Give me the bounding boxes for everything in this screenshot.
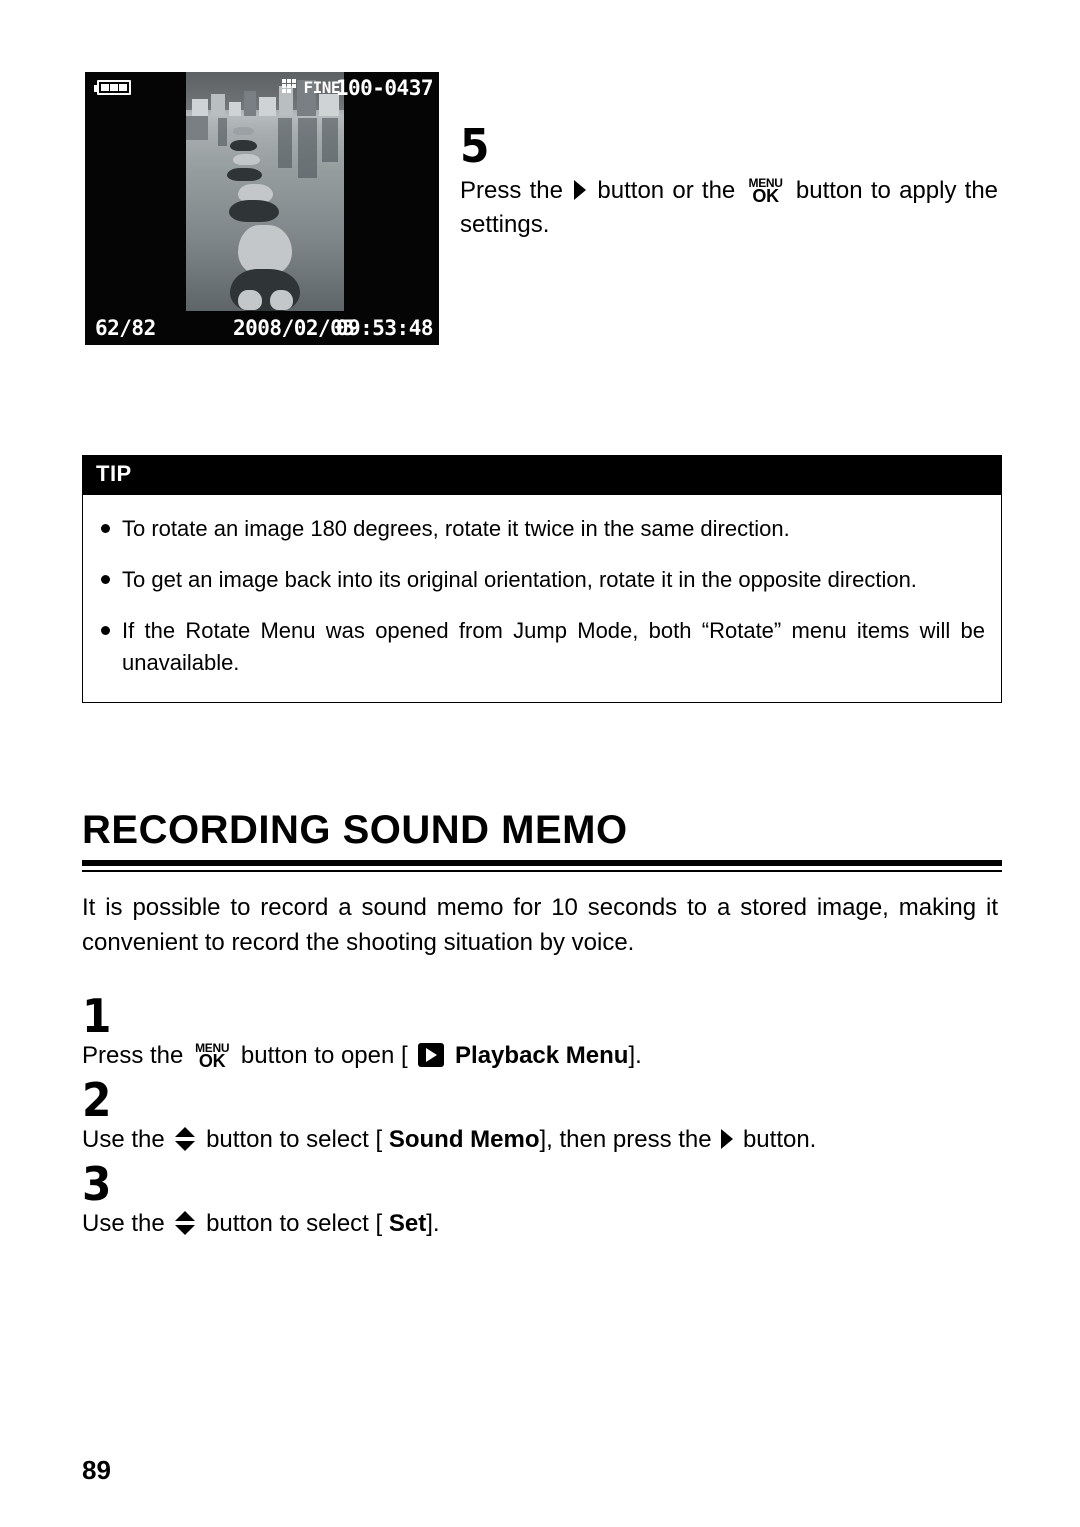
tip-box: TIP To rotate an image 180 degrees, rota…	[82, 455, 1002, 703]
photo-reflection	[298, 118, 318, 179]
section-heading: RECORDING SOUND MEMO	[82, 808, 1002, 872]
tip-item-text: To get an image back into its original o…	[122, 567, 917, 593]
menu-ok-button-icon: MENU OK	[195, 1042, 229, 1070]
step-5-text: Press the button or the MENU OK button t…	[460, 174, 998, 242]
photo-boat-foreground-cover	[238, 224, 292, 274]
lcd-letterbox-left	[85, 72, 186, 345]
step-2-mid: button to select [	[206, 1125, 383, 1153]
menu-ok-bottom-label: OK	[752, 185, 779, 206]
step-2-number: 2	[82, 1073, 111, 1128]
step-1-pre: Press the	[82, 1041, 184, 1069]
tip-body: To rotate an image 180 degrees, rotate i…	[82, 495, 1002, 703]
step-2-post: button.	[742, 1125, 817, 1153]
photo-reflection	[217, 118, 228, 146]
lcd-frame-counter: 62/82	[95, 316, 156, 340]
right-arrow-button-icon	[721, 1128, 734, 1149]
step-3-mid: button to select [	[206, 1209, 383, 1237]
camera-lcd-screenshot: FINE 100-0437 62/82 2008/02/05 09:53:48	[85, 72, 439, 345]
step-3-text: Use the button to select [ Set].	[82, 1208, 1002, 1240]
photo-boat	[228, 200, 280, 223]
quality-label: FINE	[303, 78, 340, 97]
lcd-letterbox-right	[344, 72, 439, 345]
bullet-icon	[101, 575, 110, 585]
photo-reflection	[321, 118, 338, 163]
playback-menu-icon	[418, 1042, 445, 1067]
step-2-pre: Use the	[82, 1125, 165, 1153]
step-3-number: 3	[82, 1157, 111, 1212]
menu-ok-button-icon: MENU OK	[749, 177, 783, 205]
step-1-text: Press the MENU OK button to open [ Playb…	[82, 1040, 1002, 1072]
heading-rule-thin	[82, 870, 1002, 872]
step-2: 2 Use the button to select [ Sound Memo]…	[82, 1073, 1002, 1156]
page-number: 89	[82, 1455, 111, 1485]
tip-list-item: To rotate an image 180 degrees, rotate i…	[99, 513, 985, 544]
step-5-text-part1: Press the	[460, 176, 563, 204]
photo-reflection	[277, 118, 292, 168]
step-1: 1 Press the MENU OK button to open [ Pla…	[82, 989, 1002, 1072]
step-2-mid2: ], then press the	[539, 1125, 712, 1153]
step-3-pre: Use the	[82, 1209, 165, 1237]
image-quality-icon	[282, 79, 299, 96]
step-3: 3 Use the button to select [ Set].	[82, 1157, 1002, 1240]
photo-boat-detail	[238, 290, 262, 310]
step-1-bold-term: Playback Menu	[455, 1041, 629, 1069]
page-title: RECORDING SOUND MEMO	[82, 808, 628, 852]
up-down-button-icon	[175, 1210, 196, 1235]
step-5-number: 5	[460, 119, 489, 173]
numbered-steps-list: 1 Press the MENU OK button to open [ Pla…	[82, 989, 1002, 1250]
photo-building	[228, 102, 242, 116]
step-3-post: ].	[426, 1209, 440, 1237]
step-5-block: 5 Press the button or the MENU OK button…	[460, 119, 998, 242]
photo-boat	[230, 140, 258, 152]
tip-header-label: TIP	[82, 455, 1002, 495]
menu-ok-bottom-label: OK	[198, 1050, 226, 1071]
section-intro-paragraph: It is possible to record a sound memo fo…	[82, 894, 998, 957]
step-1-number: 1	[82, 989, 111, 1043]
photo-boat-detail	[269, 290, 294, 310]
battery-full-icon	[94, 80, 131, 95]
tip-list-item: If the Rotate Menu was opened from Jump …	[99, 615, 985, 677]
step-3-bold-term: Set	[388, 1209, 427, 1237]
image-quality-indicator: FINE	[282, 78, 340, 97]
right-arrow-button-icon	[574, 179, 587, 200]
tip-item-text: To rotate an image 180 degrees, rotate i…	[122, 516, 790, 541]
tip-item-text: If the Rotate Menu was opened from Jump …	[122, 618, 985, 675]
photo-quay	[186, 115, 209, 141]
photo-boat	[233, 153, 261, 165]
step-1-mid: button to open [	[240, 1041, 408, 1069]
lcd-file-number: 100-0437	[335, 76, 434, 100]
heading-rule-thick	[82, 860, 1002, 866]
bullet-icon	[101, 524, 110, 533]
step-5-text-part2: button or the	[597, 176, 736, 204]
step-2-text: Use the button to select [ Sound Memo], …	[82, 1124, 1002, 1156]
lcd-photo-harbour-boats	[186, 72, 344, 345]
up-down-button-icon	[175, 1126, 196, 1151]
photo-boat	[233, 126, 254, 135]
step-1-post: ].	[628, 1041, 642, 1069]
step-2-bold-term: Sound Memo	[388, 1125, 540, 1153]
bullet-icon	[101, 626, 110, 636]
photo-boat	[227, 167, 262, 182]
tip-list-item: To get an image back into its original o…	[99, 564, 985, 595]
lcd-time: 09:53:48	[335, 316, 434, 340]
